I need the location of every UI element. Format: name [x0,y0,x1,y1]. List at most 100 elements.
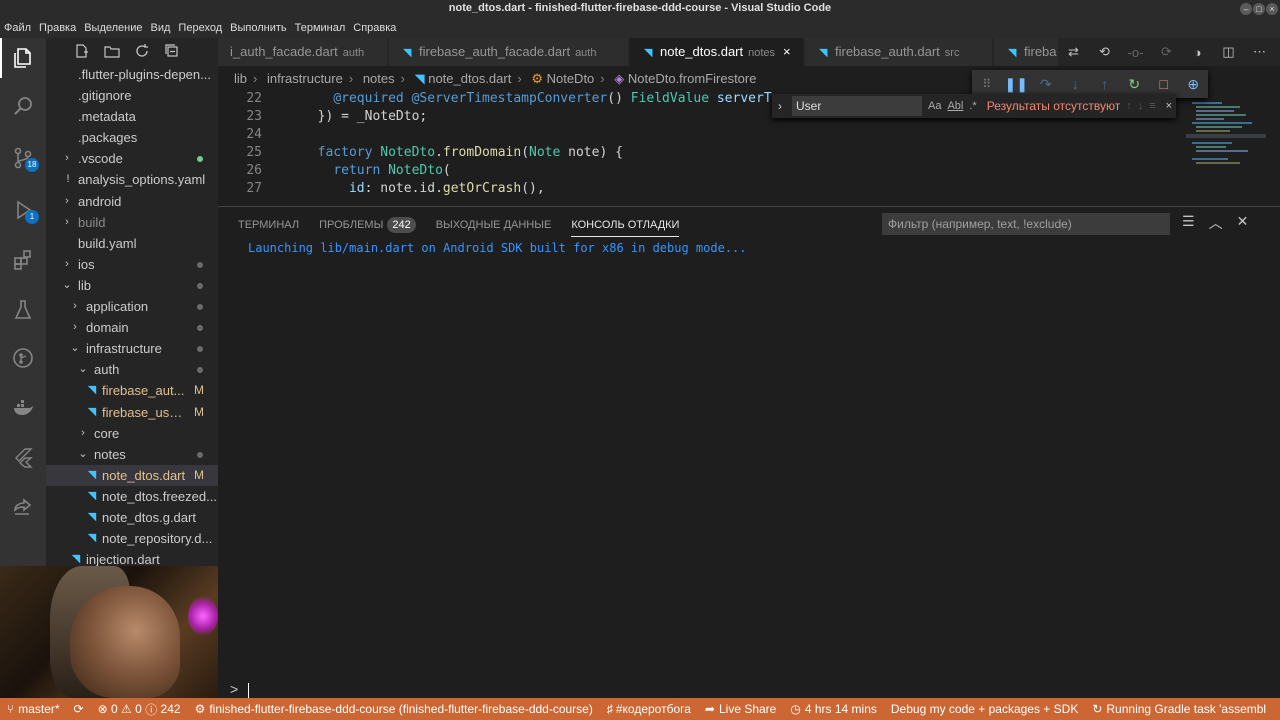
clear-console-icon[interactable]: ☰ [1182,213,1195,233]
testing-flask-icon[interactable] [0,290,46,330]
console-filter-input[interactable]: Фильтр (например, text, !exclude) [882,213,1170,235]
explorer-icon[interactable] [0,38,46,78]
tree-folder[interactable]: › build [46,212,218,233]
extensions-icon[interactable] [0,240,46,280]
minimize-icon[interactable]: – [1240,3,1252,15]
breadcrumb-item[interactable]: infrastructure [267,71,343,86]
tree-folder[interactable]: ⌄ lib [46,275,218,296]
gradle-task-status[interactable]: ↻ Running Gradle task 'assembl [1085,702,1273,716]
live-share-icon[interactable] [0,488,46,528]
collapse-all-icon[interactable] [164,43,180,59]
tab-problems[interactable]: ПРОБЛЕМЫ 242 [319,215,416,237]
tree-item[interactable]: ◥ firebase_use... M [46,402,218,423]
go-forward-icon[interactable]: ⟳ [1151,44,1182,60]
minimap[interactable] [1186,88,1266,206]
step-into-icon[interactable]: ↓ [1061,76,1091,92]
menu-help[interactable]: Справка [353,22,396,34]
menu-file[interactable]: Файл [4,22,31,34]
menu-selection[interactable]: Выделение [84,22,142,34]
breadcrumb-item[interactable]: note_dtos.dart [428,71,511,86]
breadcrumb-item[interactable]: NoteDto.fromFirestore [628,71,757,86]
debug-project-status[interactable]: ⚙ finished-flutter-firebase-ddd-course (f… [188,702,600,716]
refresh-icon[interactable] [134,43,150,59]
tree-item[interactable]: ◥ firebase_aut... M [46,380,218,401]
tab-debug-console[interactable]: КОНСОЛЬ ОТЛАДКИ [571,215,680,237]
git-graph-icon[interactable] [0,338,46,378]
tree-folder[interactable]: › ios [46,254,218,275]
branch-status[interactable]: ⑂ master* [0,702,67,716]
debug-config-status[interactable]: Debug my code + packages + SDK [884,702,1085,716]
stop-icon[interactable]: □ [1149,76,1179,92]
tab-firebase-auth[interactable]: ◥ firebase_auth.dart src [805,38,993,66]
tree-folder[interactable]: ⌄ notes [46,444,218,465]
tree-item[interactable]: .packages [46,127,218,148]
maximize-panel-icon[interactable]: ︿ [1209,213,1223,233]
match-case-toggle[interactable]: Aa [928,100,941,112]
next-match-icon[interactable]: ↓ [1138,100,1144,112]
search-icon[interactable] [0,86,46,126]
go-back-icon[interactable]: ⟲ [1089,44,1120,60]
tab-terminal[interactable]: ТЕРМИНАЛ [238,215,299,237]
compare-icon[interactable]: ⇄ [1058,44,1089,60]
run-debug-icon[interactable]: 1 [0,190,46,230]
maximize-icon[interactable]: □ [1253,3,1265,15]
tab-firebase-auth-facade[interactable]: ◥ firebase_auth_facade.dart auth [389,38,629,66]
menu-go[interactable]: Переход [178,22,222,34]
breadcrumb-item[interactable]: NoteDto [547,71,595,86]
menu-edit[interactable]: Правка [39,22,76,34]
tree-folder[interactable]: › core [46,423,218,444]
tree-folder[interactable]: › application [46,296,218,317]
sync-icon[interactable]: ⟳ [67,702,91,716]
tree-folder[interactable]: › .vscode [46,148,218,169]
more-actions-icon[interactable]: ⋯ [1244,44,1275,60]
tree-item[interactable]: ◥ note_dtos.g.dart [46,507,218,528]
close-window-icon[interactable]: × [1266,3,1278,15]
tree-item[interactable]: ◥ note_repository.d... [46,528,218,549]
breadcrumb-item[interactable]: lib [234,71,247,86]
flutter-icon[interactable] [0,438,46,478]
tab-note-dtos[interactable]: ◥ note_dtos.dart notes × [630,38,804,66]
tree-folder[interactable]: › domain [46,317,218,338]
tree-item[interactable]: build.yaml [46,233,218,254]
new-file-icon[interactable] [74,43,90,59]
close-tab-icon[interactable]: × [783,44,791,59]
live-share-status[interactable]: ➦ Live Share [698,702,783,716]
pause-icon[interactable]: ❚❚ [1002,76,1032,93]
flutter-inspector-icon[interactable]: ⊕ [1179,76,1209,93]
breadcrumb-item[interactable]: notes [363,71,395,86]
tree-item[interactable]: ◥ note_dtos.freezed... [46,486,218,507]
expand-replace-icon[interactable]: › [778,99,782,113]
close-panel-icon[interactable]: ✕ [1237,213,1249,233]
find-input[interactable]: User [792,96,922,116]
tab-firebase-overflow[interactable]: ◥ fireba [994,38,1064,66]
tree-item[interactable]: ! analysis_options.yaml [46,169,218,190]
step-out-icon[interactable]: ↑ [1090,76,1120,92]
tab-output[interactable]: ВЫХОДНЫЕ ДАННЫЕ [436,215,552,237]
menu-terminal[interactable]: Терминал [295,22,346,34]
restart-icon[interactable]: ↻ [1120,76,1150,93]
tree-item[interactable]: .metadata [46,106,218,127]
menu-view[interactable]: Вид [151,22,171,34]
drag-handle-icon[interactable]: ⠿ [972,77,1002,91]
new-folder-icon[interactable] [104,43,120,59]
tree-folder[interactable]: ⌄ infrastructure [46,338,218,359]
tree-item-selected[interactable]: ◥ note_dtos.dart M [46,464,218,486]
tree-folder[interactable]: ⌄ auth [46,359,218,380]
problems-status[interactable]: ⊗ 0 ⚠ 0 ⓘ 242 [91,701,188,718]
tab-i-auth-facade[interactable]: i_auth_facade.dart auth [218,38,388,66]
close-find-icon[interactable]: × [1166,100,1172,112]
split-editor-icon[interactable]: ◫ [1213,44,1244,60]
match-word-toggle[interactable]: Abl [947,100,963,112]
menu-run[interactable]: Выполнить [230,22,286,34]
open-changes-icon[interactable]: ◑ [1182,45,1213,60]
step-over-icon[interactable]: ↷ [1031,76,1061,93]
tag-status[interactable]: ♯ #кодеротбога [600,702,698,716]
find-in-selection-icon[interactable]: ≡ [1149,100,1155,112]
tree-item[interactable]: .flutter-plugins-depen... [46,64,218,85]
regex-toggle[interactable]: .* [969,100,976,112]
docker-icon[interactable] [0,388,46,428]
console-input[interactable] [248,683,249,699]
source-control-icon[interactable]: 18 [0,138,46,178]
time-tracker-status[interactable]: ◷ 4 hrs 14 mins [783,702,884,716]
tree-item[interactable]: .gitignore [46,85,218,106]
